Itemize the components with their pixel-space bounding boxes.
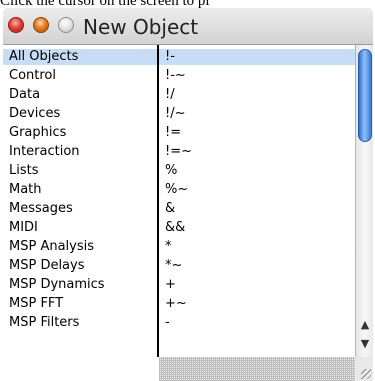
category-cell: MSP Analysis	[9, 239, 95, 254]
list-row[interactable]: MSP Delays *~	[3, 258, 355, 274]
column-divider	[157, 45, 159, 357]
object-cell: *~	[165, 258, 183, 273]
object-cell: !=~	[165, 144, 192, 159]
category-cell: All Objects	[9, 49, 79, 64]
category-cell: Graphics	[9, 125, 67, 140]
object-cell: *	[165, 239, 172, 254]
object-cell: !/	[165, 87, 175, 102]
category-cell: MSP Filters	[9, 315, 80, 330]
category-cell: Lists	[9, 163, 39, 178]
object-list: MSP Filters - MSP FFT +~ MSP Dynamics + MSP De…	[3, 45, 355, 381]
category-cell: Control	[9, 68, 56, 83]
object-cell: %	[165, 163, 178, 178]
object-cell: %~	[165, 182, 189, 197]
minimize-button[interactable]	[33, 17, 49, 33]
object-cell: -	[165, 315, 170, 330]
vertical-scrollbar[interactable]: ▲ ▼	[355, 45, 373, 357]
list-row[interactable]: Data !/	[3, 87, 355, 103]
list-row[interactable]: MIDI &&	[3, 220, 355, 236]
zoom-button[interactable]	[58, 17, 74, 33]
list-row[interactable]: MSP Filters -	[3, 315, 355, 331]
list-footer-pattern	[159, 357, 355, 381]
category-cell: MSP Dynamics	[9, 277, 105, 292]
list-row[interactable]: Graphics !=	[3, 125, 355, 141]
window-title: New Object	[83, 15, 199, 39]
list-row[interactable]: MSP Dynamics +	[3, 277, 355, 293]
close-button[interactable]	[8, 17, 24, 33]
category-cell: Math	[9, 182, 42, 197]
object-cell: &&	[165, 220, 186, 235]
category-cell: MSP Delays	[9, 258, 85, 273]
category-cell: MIDI	[9, 220, 38, 235]
new-object-window: New Object MSP Filters - MSP FFT +~ MSP Dyna…	[3, 8, 373, 381]
category-cell: Interaction	[9, 144, 80, 159]
object-cell: !/~	[165, 106, 186, 121]
list-row[interactable]: Math %~	[3, 182, 355, 198]
instruction-text: Click the cursor on the screen to pl	[0, 0, 210, 8]
list-row[interactable]: Messages &	[3, 201, 355, 217]
object-cell: !=	[165, 125, 182, 140]
list-row[interactable]: MSP FFT +~	[3, 296, 355, 312]
list-row[interactable]: All Objects !-	[3, 49, 355, 65]
object-cell: !-	[165, 49, 175, 64]
category-cell: Devices	[9, 106, 61, 121]
object-cell: +~	[165, 296, 187, 311]
object-cell: &	[165, 201, 176, 216]
category-cell: Data	[9, 87, 41, 102]
category-cell: MSP FFT	[9, 296, 64, 311]
scroll-down-arrow-icon[interactable]: ▼	[359, 338, 371, 350]
list-row[interactable]: Devices !/~	[3, 106, 355, 122]
scroll-thumb[interactable]	[358, 49, 372, 142]
scroll-up-arrow-icon[interactable]: ▲	[359, 319, 371, 331]
title-bar[interactable]: New Object	[3, 8, 373, 45]
list-row[interactable]: Interaction !=~	[3, 144, 355, 160]
category-cell: Messages	[9, 201, 73, 216]
list-row[interactable]: MSP Analysis *	[3, 239, 355, 255]
list-row[interactable]: Lists%	[3, 163, 355, 179]
resize-handle[interactable]	[355, 357, 373, 381]
list-row[interactable]: Control !-~	[3, 68, 355, 84]
object-cell: !-~	[165, 68, 186, 83]
resize-grip-icon	[361, 369, 371, 379]
object-cell: +	[165, 277, 176, 292]
